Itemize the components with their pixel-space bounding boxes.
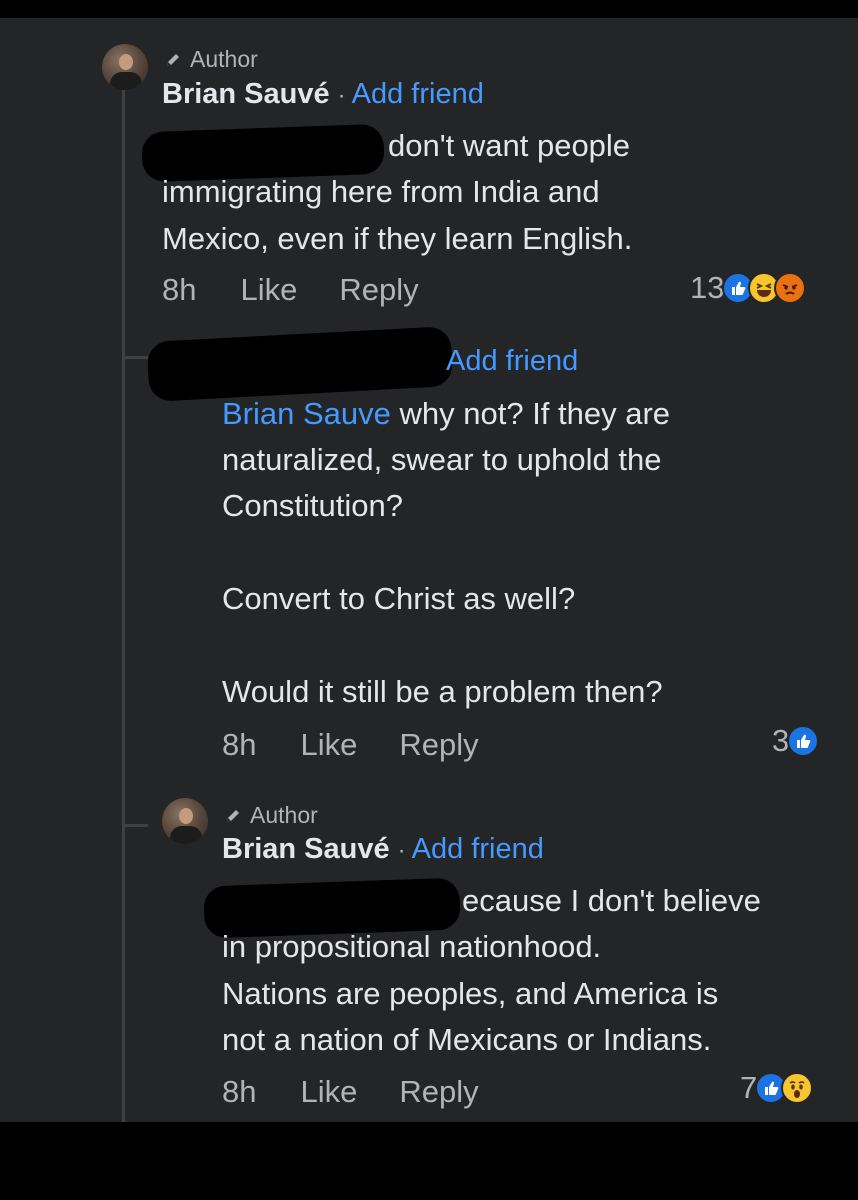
- avatar[interactable]: [102, 44, 148, 90]
- commenter-name[interactable]: Brian Sauvé: [222, 833, 390, 866]
- bottom-black-bar: [0, 1122, 858, 1200]
- add-friend-link[interactable]: Add friend: [446, 345, 578, 378]
- like-icon: [787, 725, 820, 757]
- thread-connector: [122, 356, 148, 359]
- author-badge: Author: [164, 46, 258, 73]
- comment-line: Convert to Christ as well?: [222, 581, 576, 616]
- timestamp[interactable]: 8h: [222, 727, 256, 763]
- comment-line: don't want people: [388, 128, 631, 163]
- comment-line: Nations are peoples, and America is: [222, 976, 719, 1011]
- angry-icon: [774, 272, 807, 304]
- comment-actions: 8h Like Reply: [222, 1074, 479, 1110]
- comment-header: Brian Sauvé · Add friend: [162, 78, 484, 111]
- reply-button[interactable]: Reply: [399, 727, 478, 763]
- like-button[interactable]: Like: [300, 1074, 357, 1110]
- wow-icon: [781, 1072, 814, 1104]
- reply-button[interactable]: Reply: [399, 1074, 478, 1110]
- comment-line: Constitution?: [222, 488, 403, 523]
- avatar[interactable]: [162, 798, 208, 844]
- comment-line: in propositional nationhood.: [222, 929, 602, 964]
- comment-line: not a nation of Mexicans or Indians.: [222, 1022, 712, 1057]
- comment-actions: 8h Like Reply: [162, 272, 419, 308]
- reaction-summary[interactable]: 7: [740, 1070, 814, 1106]
- comment-thread: Author Brian Sauvé · Add friend don't wa…: [0, 18, 858, 1122]
- timestamp[interactable]: 8h: [222, 1074, 256, 1110]
- comment-line: Would it still be a problem then?: [222, 674, 663, 709]
- avatar-body: [110, 72, 142, 90]
- pencil-icon: [227, 809, 239, 822]
- add-friend-link[interactable]: Add friend: [352, 78, 484, 111]
- mention-link[interactable]: Brian Sauve: [222, 396, 391, 431]
- comment-header: Brian Sauvé · Add friend: [222, 833, 544, 866]
- top-black-bar: [0, 0, 858, 18]
- thread-connector: [122, 824, 148, 827]
- reply-button[interactable]: Reply: [339, 272, 418, 308]
- avatar-body: [170, 826, 202, 844]
- comment-actions: 8h Like Reply: [222, 727, 479, 763]
- like-button[interactable]: Like: [300, 727, 357, 763]
- reaction-summary[interactable]: 3: [772, 723, 820, 759]
- comment-line-text: why not? If they are: [390, 396, 671, 431]
- author-badge-label: Author: [190, 46, 258, 72]
- avatar-face: [119, 54, 133, 70]
- avatar-face: [179, 808, 193, 824]
- reaction-summary[interactable]: 13: [690, 270, 807, 306]
- author-badge-label: Author: [250, 802, 318, 828]
- comment-line: Mexico, even if they learn English.: [162, 221, 633, 256]
- comment-line: immigrating here from India and: [162, 174, 600, 209]
- pencil-icon: [167, 53, 179, 66]
- commenter-name[interactable]: Brian Sauvé: [162, 78, 330, 111]
- author-badge: Author: [224, 802, 318, 829]
- separator-dot: ·: [397, 837, 406, 864]
- separator-dot: ·: [337, 82, 346, 109]
- comment-line: Brian Sauve why not? If they are: [222, 390, 670, 437]
- comment-line: naturalized, swear to uphold the: [222, 442, 662, 477]
- add-friend-link[interactable]: Add friend: [412, 833, 544, 866]
- thread-line: [122, 90, 125, 1122]
- comment-header: Add friend: [446, 345, 578, 378]
- comment-line: ecause I don't believe: [462, 883, 761, 918]
- like-button[interactable]: Like: [240, 272, 297, 308]
- timestamp[interactable]: 8h: [162, 272, 196, 308]
- reaction-count: 13: [690, 270, 725, 305]
